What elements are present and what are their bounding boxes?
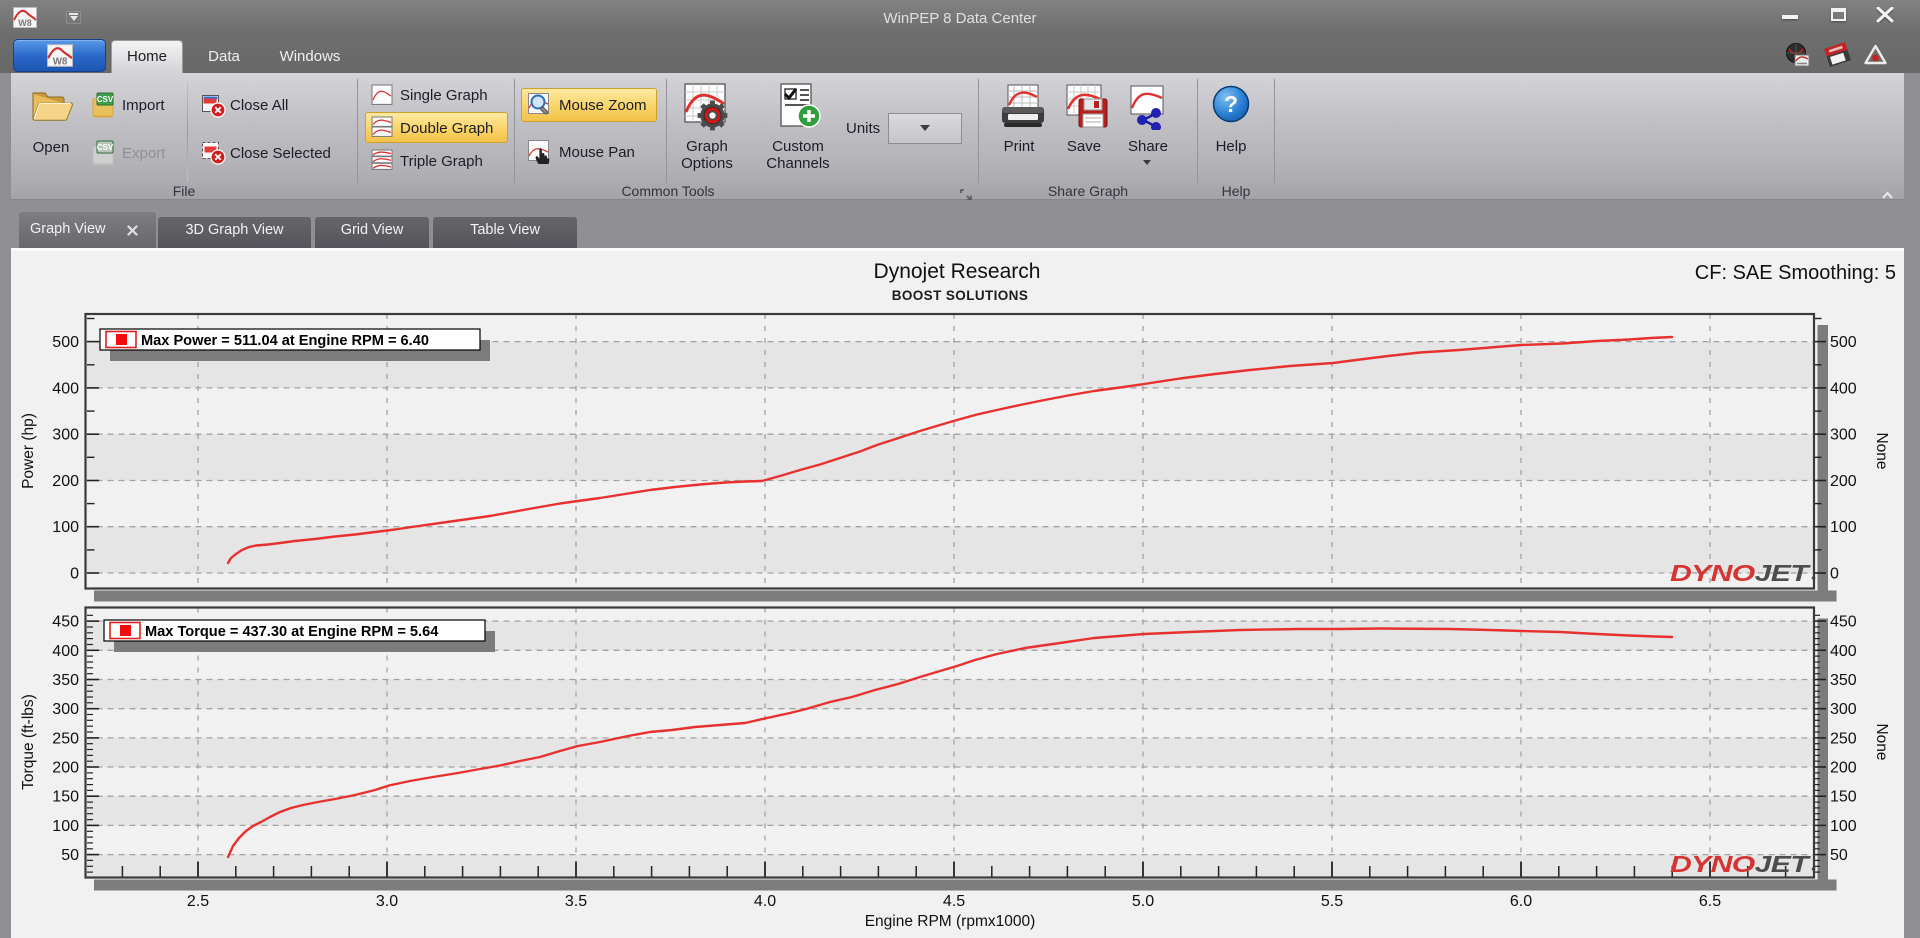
svg-text:450: 450: [1830, 614, 1857, 631]
svg-text:50: 50: [61, 847, 79, 864]
svg-text:CSV: CSV: [97, 95, 114, 104]
svg-text:Max Torque = 437.30 at Engine: Max Torque = 437.30 at Engine RPM = 5.64: [145, 624, 439, 640]
svg-text:400: 400: [1830, 643, 1857, 660]
svg-text:DYNOJET: DYNO JET: [1670, 560, 1811, 586]
svg-text:300: 300: [1830, 701, 1857, 718]
svg-text:Power (hp): Power (hp): [20, 413, 37, 489]
svg-text:5.0: 5.0: [1132, 893, 1154, 910]
svg-text:400: 400: [52, 643, 79, 660]
svg-text:100: 100: [52, 818, 79, 835]
svg-text:Max Power = 511.04 at Engine R: Max Power = 511.04 at Engine RPM = 6.40: [141, 333, 429, 349]
svg-text:450: 450: [52, 614, 79, 631]
svg-text:300: 300: [1830, 427, 1857, 444]
svg-text:4.5: 4.5: [943, 893, 965, 910]
svg-text:200: 200: [1830, 473, 1857, 490]
svg-text:CF: SAE Smoothing: 5: CF: SAE Smoothing: 5: [1695, 262, 1896, 284]
svg-text:250: 250: [1830, 730, 1857, 747]
svg-text:None: None: [1873, 723, 1890, 760]
svg-text:Engine RPM (rpmx1000): Engine RPM (rpmx1000): [865, 913, 1036, 930]
svg-text:200: 200: [52, 473, 79, 490]
svg-text:0: 0: [1830, 566, 1839, 583]
svg-text:6.0: 6.0: [1510, 893, 1532, 910]
svg-text:Dynojet Research: Dynojet Research: [874, 260, 1041, 283]
svg-text:Torque (ft-lbs): Torque (ft-lbs): [20, 694, 37, 790]
svg-text:W8: W8: [53, 57, 68, 68]
svg-text:300: 300: [52, 701, 79, 718]
svg-text:150: 150: [1830, 789, 1857, 806]
svg-text:250: 250: [52, 730, 79, 747]
svg-text:DYNOJET: DYNO JET: [1670, 851, 1811, 877]
svg-text:3.5: 3.5: [565, 893, 587, 910]
svg-text:350: 350: [52, 672, 79, 689]
svg-text:BOOST SOLUTIONS: BOOST SOLUTIONS: [892, 288, 1029, 303]
svg-text:3.0: 3.0: [376, 893, 398, 910]
svg-text:300: 300: [52, 427, 79, 444]
svg-text:W8: W8: [18, 18, 32, 28]
svg-text:400: 400: [52, 380, 79, 397]
svg-text:150: 150: [52, 789, 79, 806]
svg-text:None: None: [1873, 432, 1890, 469]
svg-text:100: 100: [1830, 818, 1857, 835]
svg-text:0: 0: [70, 566, 79, 583]
svg-text:2.5: 2.5: [187, 893, 209, 910]
svg-text:100: 100: [52, 519, 79, 536]
svg-text:200: 200: [52, 760, 79, 777]
svg-text:6.5: 6.5: [1699, 893, 1721, 910]
svg-text:4.0: 4.0: [754, 893, 776, 910]
svg-text:350: 350: [1830, 672, 1857, 689]
svg-text:CSV: CSV: [97, 143, 114, 152]
svg-text:200: 200: [1830, 760, 1857, 777]
svg-text:?: ?: [1224, 91, 1238, 117]
svg-text:100: 100: [1830, 519, 1857, 536]
svg-text:5.5: 5.5: [1321, 893, 1343, 910]
svg-text:50: 50: [1830, 847, 1848, 864]
svg-text:500: 500: [52, 334, 79, 351]
svg-text:400: 400: [1830, 380, 1857, 397]
svg-text:500: 500: [1830, 334, 1857, 351]
